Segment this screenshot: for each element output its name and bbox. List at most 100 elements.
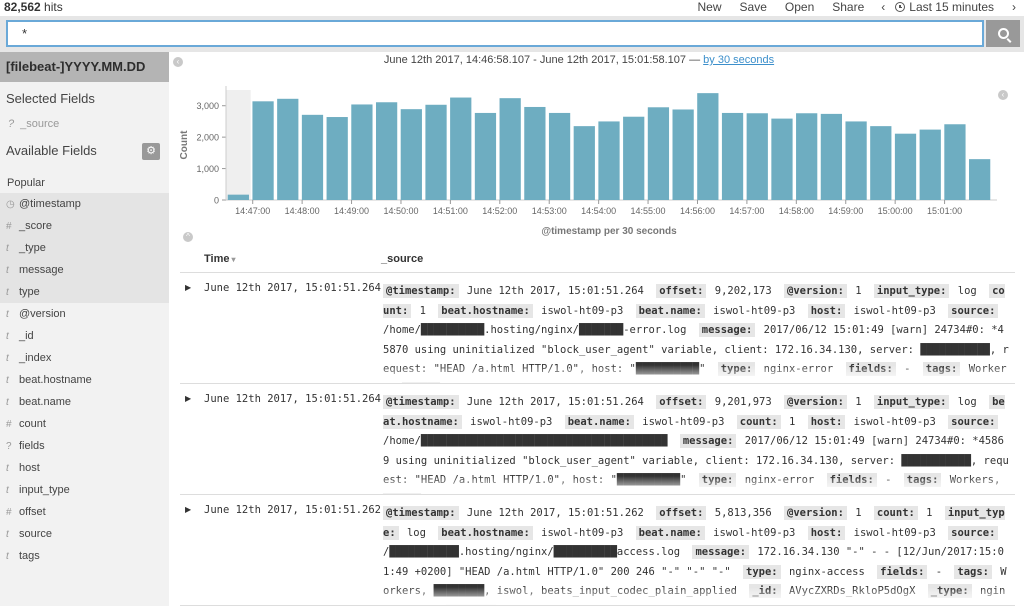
histogram-bar bbox=[870, 126, 892, 200]
field-item[interactable]: t beat.hostname bbox=[0, 369, 169, 391]
field-item[interactable]: ◷ @timestamp bbox=[0, 193, 169, 215]
source-field-key: @timestamp: bbox=[383, 395, 459, 409]
chevron-right-icon[interactable]: › bbox=[1004, 0, 1024, 14]
field-item[interactable]: # offset bbox=[0, 501, 169, 523]
field-item[interactable]: t host bbox=[0, 457, 169, 479]
source-field-value: June 12th 2017, 15:01:51.264 bbox=[460, 396, 644, 408]
field-item[interactable]: t tags bbox=[0, 545, 169, 567]
source-field-key: fields: bbox=[826, 473, 877, 488]
field-name: tags bbox=[19, 550, 40, 562]
selected-fields-title: Selected Fields bbox=[6, 91, 95, 106]
field-item[interactable]: t source bbox=[0, 523, 169, 545]
field-type-icon: t bbox=[6, 484, 9, 496]
field-name: @version bbox=[19, 308, 66, 320]
chevron-left-icon[interactable]: ‹ bbox=[873, 0, 893, 14]
x-tick-label: 15:00:00 bbox=[878, 206, 913, 216]
field-item[interactable]: ? fields bbox=[0, 435, 169, 457]
expand-caret-icon[interactable]: ▶ bbox=[185, 505, 191, 514]
share-button[interactable]: Share bbox=[823, 0, 873, 14]
source-field-key: beat.name: bbox=[564, 414, 634, 429]
field-type-icon: # bbox=[6, 506, 12, 518]
source-field-value: /home/██████████████████████████████████… bbox=[383, 435, 668, 448]
source-field-key: source: bbox=[948, 525, 999, 540]
histogram-bar bbox=[820, 113, 843, 200]
source-field-value: AVycZXRDs_RkloP5dOgX bbox=[782, 585, 916, 598]
field-sidebar: [filebeat-]YYYY.MM.DD Selected Fields ? _… bbox=[0, 52, 169, 606]
clock-icon bbox=[895, 2, 906, 12]
source-field-key: offset: bbox=[656, 506, 707, 520]
histogram-bar bbox=[326, 117, 348, 200]
row-time: June 12th 2017, 15:01:51.264 bbox=[204, 393, 382, 405]
interval-link[interactable]: by 30 seconds bbox=[703, 54, 774, 66]
histogram-bar bbox=[425, 104, 447, 200]
field-item[interactable]: t beat.name bbox=[0, 391, 169, 413]
source-field-value: June 12th 2017, 15:01:51.264 bbox=[460, 285, 644, 297]
source-field-key: @version: bbox=[784, 506, 847, 520]
expand-caret-icon[interactable]: ▶ bbox=[185, 283, 191, 292]
field-item[interactable]: t type bbox=[0, 281, 169, 303]
field-item[interactable]: t _index bbox=[0, 347, 169, 369]
histogram-bar bbox=[623, 116, 645, 200]
histogram-bar bbox=[351, 104, 373, 200]
source-field-key: fields: bbox=[845, 362, 896, 377]
new-button[interactable]: New bbox=[689, 0, 731, 14]
histogram-bar bbox=[919, 129, 941, 200]
source-field-value: 1 bbox=[782, 415, 796, 428]
source-field-value: - bbox=[929, 565, 949, 578]
source-field-key: beat.hostname: bbox=[438, 303, 533, 318]
histogram-range-text: June 12th 2017, 14:46:58.107 - June 12th… bbox=[383, 54, 701, 66]
save-button[interactable]: Save bbox=[731, 0, 776, 14]
field-name: source bbox=[19, 528, 53, 540]
histogram-bar bbox=[796, 113, 818, 200]
chevron-left-icon[interactable]: ‹ bbox=[173, 57, 183, 67]
time-range-label: Last 15 minutes bbox=[909, 0, 994, 14]
field-item[interactable]: t message bbox=[0, 259, 169, 281]
histogram-bar bbox=[894, 133, 917, 200]
time-picker-button[interactable]: Last 15 minutes bbox=[893, 0, 1004, 14]
table-row[interactable]: ▶ June 12th 2017, 15:01:51.264 @timestamp:… bbox=[180, 384, 1015, 495]
field-item[interactable]: # count bbox=[0, 413, 169, 435]
field-settings-button[interactable]: ⚙ bbox=[142, 143, 160, 160]
field-name: _index bbox=[19, 352, 52, 364]
histogram-bar bbox=[944, 124, 966, 200]
time-column-header[interactable]: Time ▾ bbox=[204, 253, 236, 265]
field-type-icon: # bbox=[6, 220, 12, 232]
table-row[interactable]: ▶ June 12th 2017, 15:01:51.262 @timestamp:… bbox=[180, 495, 1015, 606]
field-item[interactable]: t _type bbox=[0, 237, 169, 259]
source-field-value: log bbox=[400, 526, 426, 539]
field-name: _type bbox=[19, 242, 46, 254]
field-item[interactable]: t @version bbox=[0, 303, 169, 325]
field-name: input_type bbox=[19, 484, 70, 496]
search-button[interactable] bbox=[986, 20, 1020, 47]
source-column-header: _source bbox=[381, 253, 424, 265]
selected-field-source[interactable]: ? _source bbox=[0, 112, 169, 138]
source-field-value: log bbox=[951, 396, 977, 408]
source-field-value: iswol-ht09-p3 bbox=[463, 415, 553, 428]
histogram-bar bbox=[672, 109, 694, 200]
search-input[interactable] bbox=[6, 20, 984, 47]
source-field-value: iswol-ht09-p3 bbox=[706, 304, 796, 317]
partial-bucket-shade bbox=[226, 90, 251, 200]
field-name: beat.name bbox=[19, 396, 71, 408]
hits-count: 82,562 bbox=[4, 0, 41, 14]
source-field-key: beat.name: bbox=[635, 303, 705, 318]
x-tick-label: 14:49:00 bbox=[334, 206, 369, 216]
field-type-icon: ◷ bbox=[6, 198, 15, 210]
source-field-key: fields: bbox=[877, 564, 928, 579]
search-icon bbox=[997, 28, 1009, 39]
index-pattern-selector[interactable]: [filebeat-]YYYY.MM.DD bbox=[0, 52, 169, 82]
field-name: message bbox=[19, 264, 64, 276]
field-item[interactable]: t input_type bbox=[0, 479, 169, 501]
y-axis-label: Count bbox=[179, 130, 190, 160]
expand-caret-icon[interactable]: ▶ bbox=[185, 394, 191, 403]
source-field-value: iswol-ht09-p3 bbox=[534, 526, 624, 539]
open-button[interactable]: Open bbox=[776, 0, 823, 14]
field-item[interactable]: # _score bbox=[0, 215, 169, 237]
field-item[interactable]: t _id bbox=[0, 325, 169, 347]
field-name: offset bbox=[19, 506, 46, 518]
sort-icon: ▾ bbox=[231, 255, 236, 264]
x-tick-label: 14:52:00 bbox=[482, 206, 517, 216]
table-row[interactable]: ▶ June 12th 2017, 15:01:51.264 @timestamp:… bbox=[180, 273, 1015, 384]
row-source: @timestamp: June 12th 2017, 15:01:51.264… bbox=[383, 393, 1010, 494]
histogram-chart[interactable]: 0 1,000 2,000 3,000 14:47:00 14:48:00 14:49:00… bbox=[170, 80, 1020, 242]
